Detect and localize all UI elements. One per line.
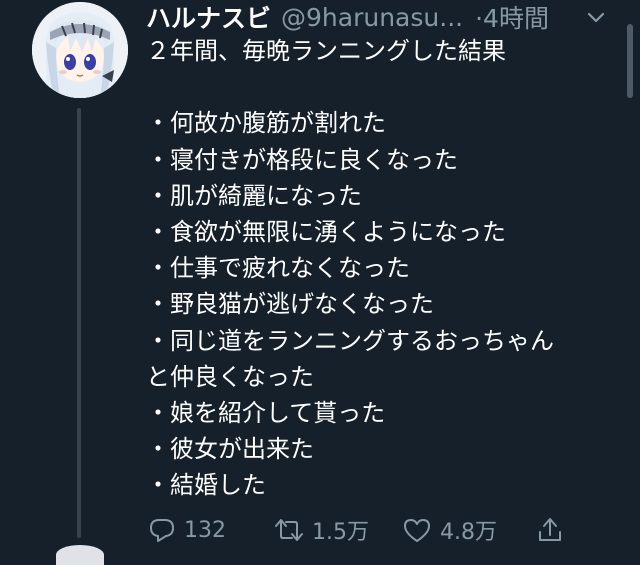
heart-outline-icon (404, 519, 430, 542)
retweet-count: 1.5万 (312, 520, 369, 545)
thread-line (77, 108, 81, 538)
chevron-down-icon[interactable] (584, 6, 608, 30)
reply-count: 132 (184, 517, 226, 543)
avatar[interactable] (32, 2, 128, 98)
reply-button[interactable]: 132 (148, 510, 226, 550)
like-count: 4.8万 (440, 520, 497, 545)
share-upload-icon (539, 518, 561, 541)
anime-avatar-image (32, 2, 128, 98)
action-bar: 132 1.5万 4.8万 (146, 510, 586, 550)
like-button[interactable]: 4.8万 (402, 510, 497, 550)
retweet-arrows-icon (275, 519, 303, 541)
share-button[interactable] (536, 510, 564, 550)
retweet-button[interactable]: 1.5万 (274, 510, 369, 550)
next-tweet-avatar[interactable] (56, 545, 104, 565)
display-name[interactable]: ハルナスビ (146, 0, 271, 35)
tweet[interactable]: ハルナスビ @9harunasu... ·4時間 ２年間、毎晩ランニングした結果… (0, 0, 640, 565)
user-handle[interactable]: @9harunasu... (281, 3, 463, 32)
speech-bubble-icon (150, 519, 174, 542)
tweet-text: ２年間、毎晩ランニングした結果 ・何故か腹筋が割れた ・寝付きが格段に良くなった… (146, 37, 554, 500)
tweet-header: ハルナスビ @9harunasu... ·4時間 (146, 0, 626, 37)
scrollbar[interactable] (627, 24, 633, 98)
timestamp[interactable]: ·4時間 (475, 0, 549, 35)
